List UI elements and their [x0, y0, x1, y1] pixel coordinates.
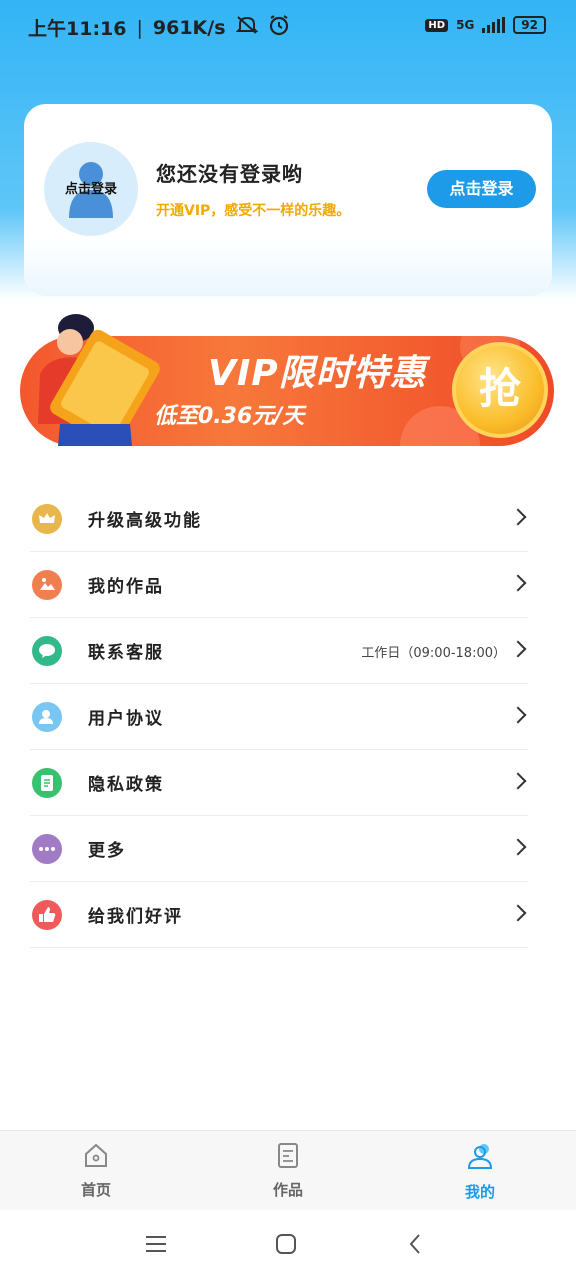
network-label: 5G	[456, 18, 475, 32]
vip-banner-title: VIP限时特惠	[208, 353, 427, 394]
works-icon	[278, 1143, 298, 1168]
settings-menu: 升级高级功能 我的作品 联系客服 工作日（09:00-18:00） 用户协议 隐…	[30, 486, 528, 948]
vip-promo-text: 开通VIP，感受不一样的乐趣。	[156, 203, 351, 219]
menu-item-label: 更多	[88, 841, 126, 861]
mute-icon	[235, 15, 258, 40]
menu-item-upgrade[interactable]: 升级高级功能	[30, 486, 528, 552]
avatar[interactable]: 点击登录	[44, 142, 138, 236]
more-icon	[32, 834, 62, 864]
battery-icon: 92	[513, 16, 546, 34]
hd-badge: HD	[425, 18, 449, 32]
bottom-tab-bar: 首页 作品 我的	[0, 1130, 576, 1211]
grab-button[interactable]: 抢	[452, 342, 548, 438]
tab-works[interactable]: 作品	[238, 1141, 338, 1200]
service-hours: 工作日（09:00-18:00）	[361, 646, 506, 661]
avatar-login-label: 点击登录	[64, 182, 117, 197]
crown-icon	[32, 504, 62, 534]
menu-item-privacy-policy[interactable]: 隐私政策	[30, 750, 528, 816]
signal-icon	[482, 17, 506, 33]
tab-label: 作品	[272, 1181, 303, 1199]
menu-item-label: 我的作品	[88, 577, 164, 597]
chevron-right-icon	[509, 574, 527, 592]
picture-icon	[32, 570, 62, 600]
chevron-right-icon	[509, 772, 527, 790]
vip-banner[interactable]: VIP限时特惠 低至0.36元/天 抢	[20, 314, 556, 450]
status-time: 上午11:16	[28, 18, 127, 40]
chevron-right-icon	[509, 838, 527, 856]
document-icon	[32, 768, 62, 798]
vip-banner-price: 低至0.36元/天	[154, 404, 305, 429]
chevron-right-icon	[509, 640, 527, 658]
tab-label: 首页	[80, 1181, 111, 1199]
home-icon	[85, 1143, 107, 1167]
status-bar: 上午11:16 | 961K/s HD 5G 92	[0, 0, 576, 56]
chevron-right-icon	[509, 904, 527, 922]
menu-item-rate-us[interactable]: 给我们好评	[30, 882, 528, 948]
back-icon[interactable]	[404, 1232, 428, 1256]
menu-icon[interactable]	[144, 1232, 168, 1256]
menu-item-label: 隐私政策	[88, 775, 164, 795]
menu-item-customer-service[interactable]: 联系客服 工作日（09:00-18:00）	[30, 618, 528, 684]
tab-label: 我的	[464, 1183, 495, 1201]
login-prompt: 您还没有登录哟	[156, 162, 303, 186]
system-navigation-bar	[0, 1210, 576, 1280]
vip-card-character-illustration	[38, 314, 160, 447]
menu-item-my-works[interactable]: 我的作品	[30, 552, 528, 618]
home-square-icon[interactable]	[274, 1232, 298, 1256]
chevron-right-icon	[509, 508, 527, 526]
profile-icon	[467, 1144, 493, 1169]
card-wave-decoration	[24, 238, 552, 296]
menu-item-label: 给我们好评	[88, 907, 183, 927]
user-icon	[32, 702, 62, 732]
menu-item-label: 联系客服	[88, 643, 164, 663]
thumbs-up-icon	[32, 900, 62, 930]
tab-home[interactable]: 首页	[46, 1141, 146, 1200]
alarm-icon	[268, 14, 290, 41]
status-speed: 961K/s	[152, 16, 226, 39]
profile-card: 点击登录 您还没有登录哟 开通VIP，感受不一样的乐趣。 点击登录	[24, 104, 552, 296]
menu-item-more[interactable]: 更多	[30, 816, 528, 882]
menu-item-label: 升级高级功能	[88, 511, 202, 531]
tab-mine[interactable]: 我的	[430, 1141, 530, 1202]
menu-item-label: 用户协议	[88, 709, 164, 729]
login-button[interactable]: 点击登录	[427, 170, 536, 208]
menu-item-user-agreement[interactable]: 用户协议	[30, 684, 528, 750]
chat-icon	[32, 636, 62, 666]
chevron-right-icon	[509, 706, 527, 724]
